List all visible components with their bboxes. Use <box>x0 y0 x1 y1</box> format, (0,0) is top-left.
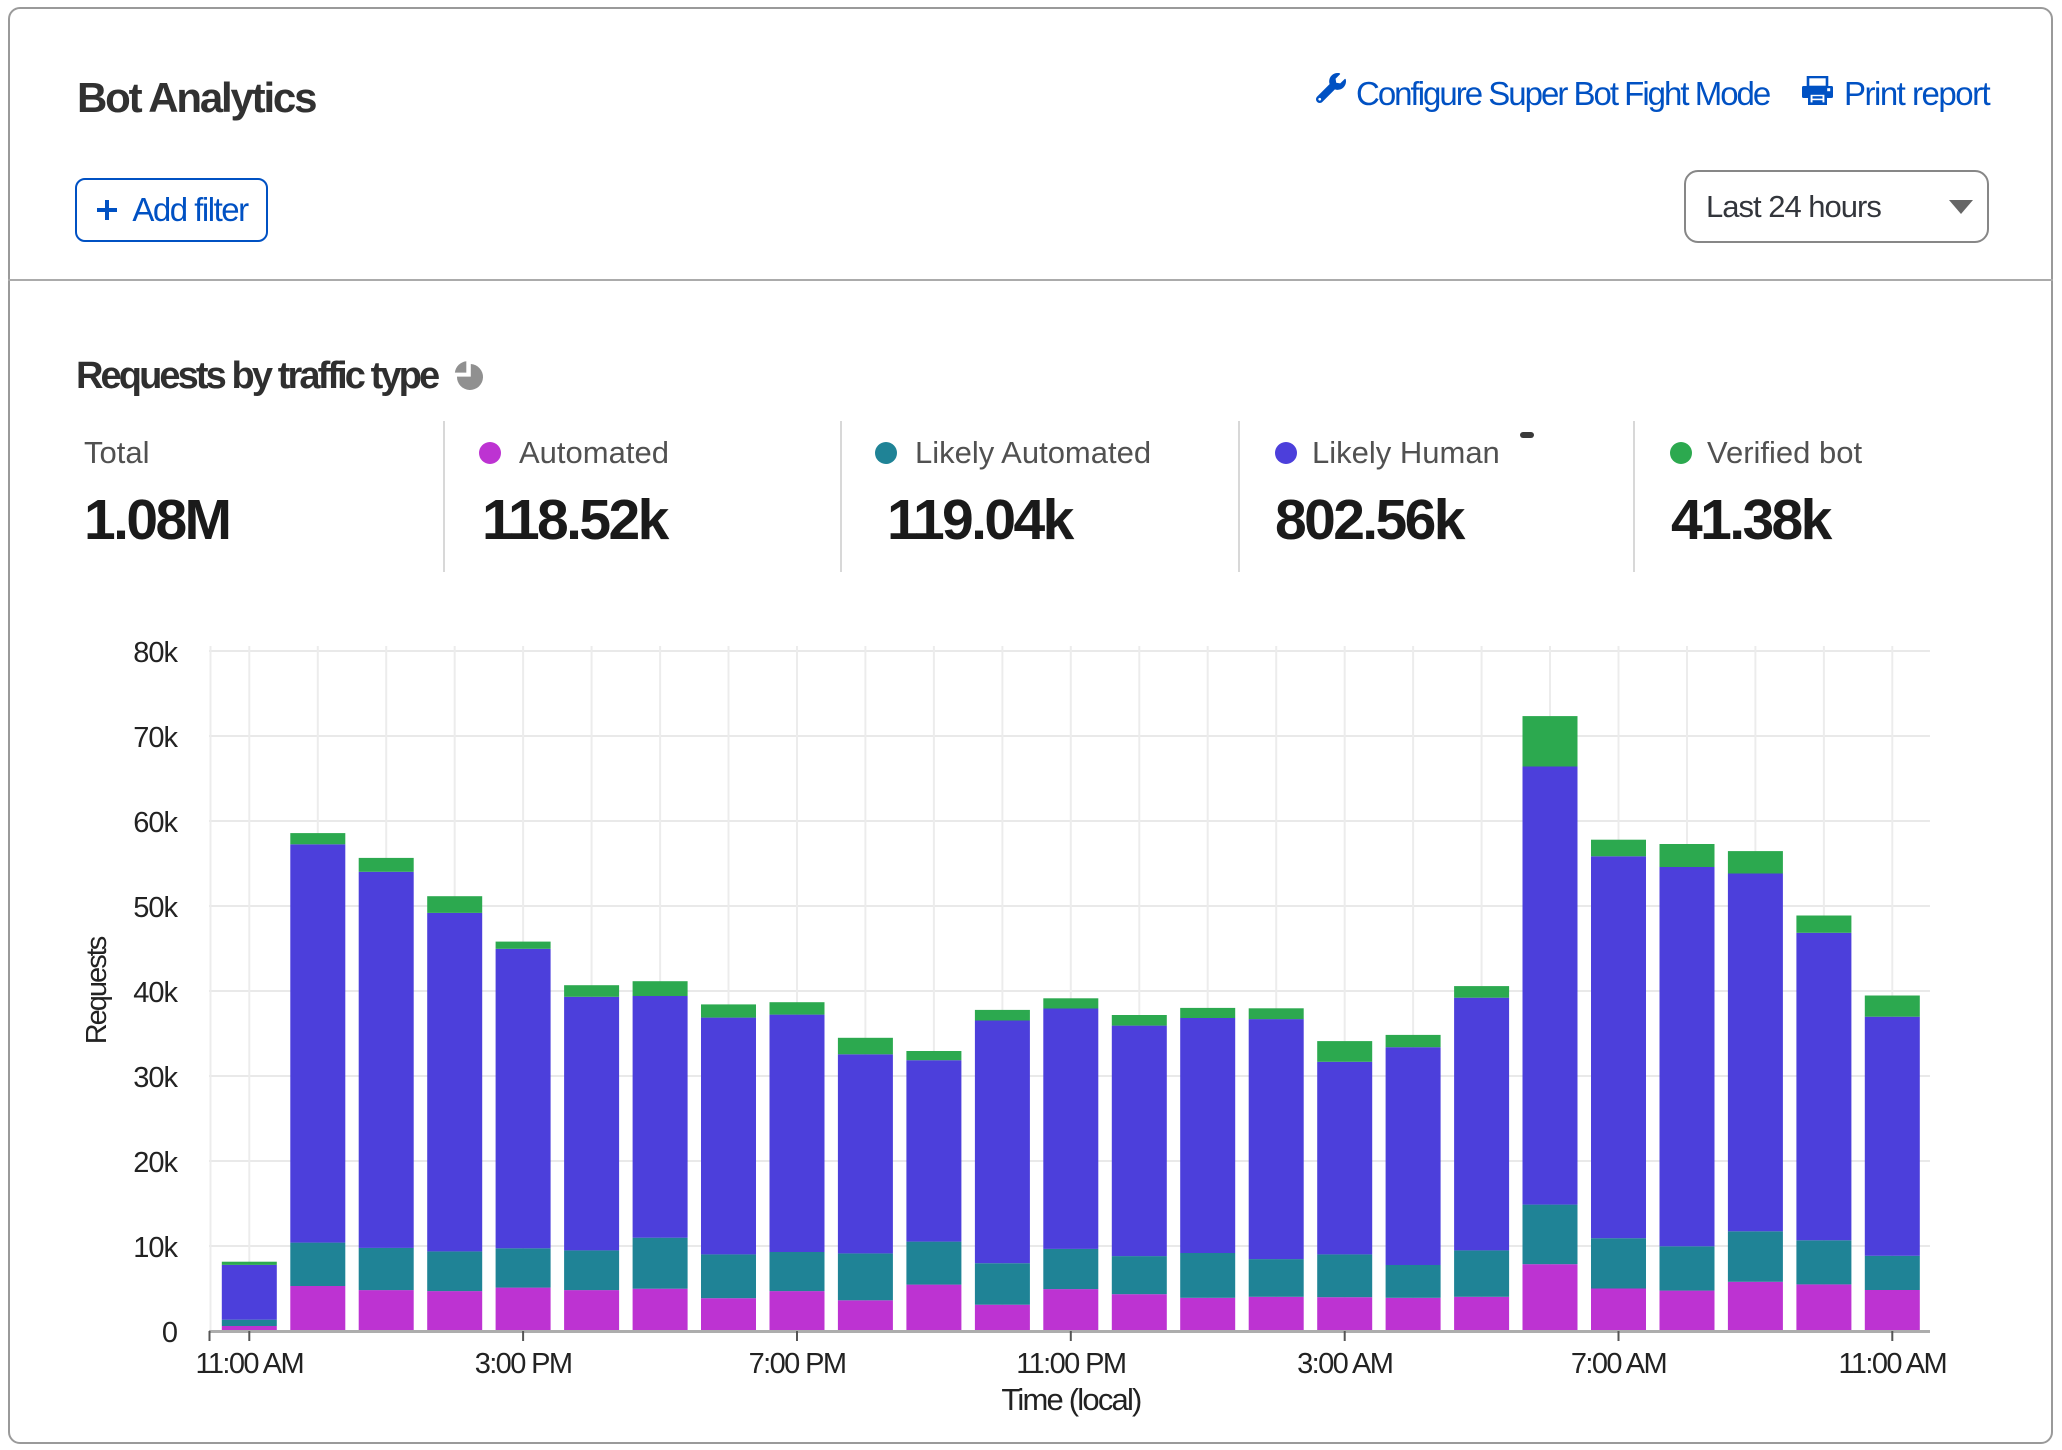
svg-text:3:00 PM: 3:00 PM <box>475 1348 572 1380</box>
svg-text:10k: 10k <box>133 1232 178 1264</box>
svg-text:40k: 40k <box>133 977 178 1009</box>
svg-text:11:00 PM: 11:00 PM <box>1016 1348 1125 1380</box>
svg-text:20k: 20k <box>133 1147 178 1179</box>
svg-text:Requests: Requests <box>81 936 113 1044</box>
svg-text:80k: 80k <box>133 637 178 669</box>
svg-text:11:00 AM: 11:00 AM <box>196 1348 304 1380</box>
svg-text:50k: 50k <box>133 892 178 924</box>
svg-text:0: 0 <box>162 1317 177 1349</box>
svg-text:3:00 AM: 3:00 AM <box>1297 1348 1392 1380</box>
svg-text:7:00 AM: 7:00 AM <box>1571 1348 1666 1380</box>
svg-text:70k: 70k <box>133 722 178 754</box>
svg-text:Time (local): Time (local) <box>1001 1382 1141 1417</box>
svg-text:60k: 60k <box>133 807 178 839</box>
svg-text:11:00 AM: 11:00 AM <box>1839 1348 1947 1380</box>
svg-text:7:00 PM: 7:00 PM <box>749 1348 846 1380</box>
svg-text:30k: 30k <box>133 1062 178 1094</box>
